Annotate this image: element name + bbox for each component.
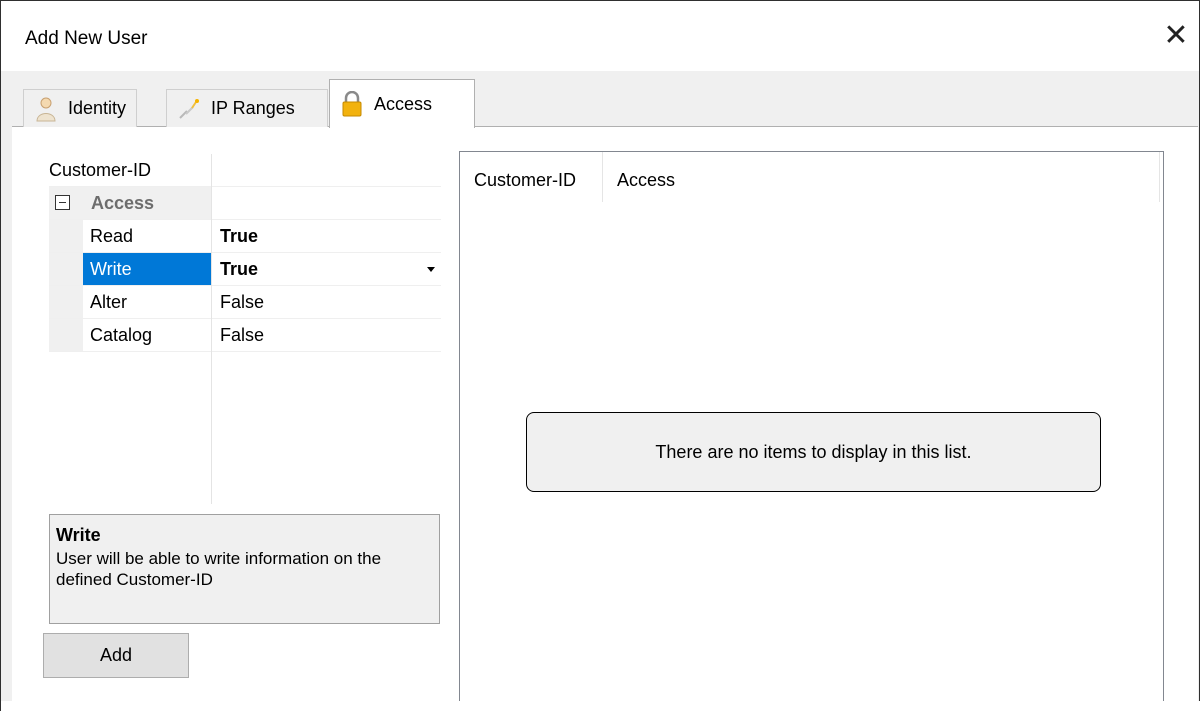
grid-column-divider[interactable] — [211, 154, 212, 504]
network-icon — [177, 96, 201, 122]
property-value[interactable]: False — [212, 319, 441, 351]
property-description: Write User will be able to write informa… — [49, 514, 440, 624]
grid-row-write[interactable]: Write True — [49, 253, 441, 286]
chevron-down-icon[interactable] — [427, 267, 435, 272]
property-value-dropdown[interactable]: True — [212, 253, 441, 285]
close-icon[interactable]: ✕ — [1161, 19, 1191, 53]
grid-row-alter[interactable]: Alter False — [49, 286, 441, 319]
grid-category-access[interactable]: Access — [49, 187, 441, 220]
tab-ip-ranges[interactable]: IP Ranges — [166, 89, 328, 127]
property-name: Catalog — [90, 325, 153, 345]
property-grid: Customer-ID Access Read True Write True … — [49, 154, 441, 504]
add-user-dialog: Add New User ✕ Identity IP Ranges Access… — [0, 0, 1200, 711]
description-text: User will be able to write information o… — [56, 549, 382, 589]
window-bottom-edge — [1, 701, 1200, 711]
tab-access-label: Access — [374, 93, 433, 114]
property-value[interactable] — [212, 154, 441, 186]
property-name: Alter — [90, 292, 128, 312]
dialog-title: Add New User — [25, 28, 148, 49]
property-value[interactable]: True — [212, 220, 441, 252]
title-bar: Add New User ✕ — [1, 1, 1199, 71]
add-button[interactable]: Add — [43, 633, 189, 678]
access-list[interactable]: Customer-ID Access There are no items to… — [459, 151, 1164, 711]
category-value — [212, 187, 441, 219]
property-name: Customer-ID — [49, 160, 152, 180]
person-icon — [34, 96, 58, 122]
property-value[interactable]: False — [212, 286, 441, 318]
description-title: Write — [56, 525, 101, 545]
empty-list-message: There are no items to display in this li… — [526, 412, 1101, 492]
list-header: Customer-ID Access — [460, 152, 1163, 202]
property-name-selected: Write — [49, 253, 211, 285]
tab-identity[interactable]: Identity — [23, 89, 137, 127]
grid-row-catalog[interactable]: Catalog False — [49, 319, 441, 352]
tab-ip-ranges-label: IP Ranges — [211, 98, 295, 118]
lock-icon — [340, 90, 364, 117]
tab-identity-label: Identity — [68, 98, 127, 118]
grid-row-customer-id[interactable]: Customer-ID — [49, 154, 441, 187]
column-header-customer-id[interactable]: Customer-ID — [460, 152, 603, 202]
grid-row-read[interactable]: Read True — [49, 220, 441, 253]
column-header-access[interactable]: Access — [603, 152, 1160, 202]
category-name: Access — [91, 193, 155, 213]
property-name: Read — [90, 226, 134, 246]
tab-access[interactable]: Access — [329, 79, 475, 128]
